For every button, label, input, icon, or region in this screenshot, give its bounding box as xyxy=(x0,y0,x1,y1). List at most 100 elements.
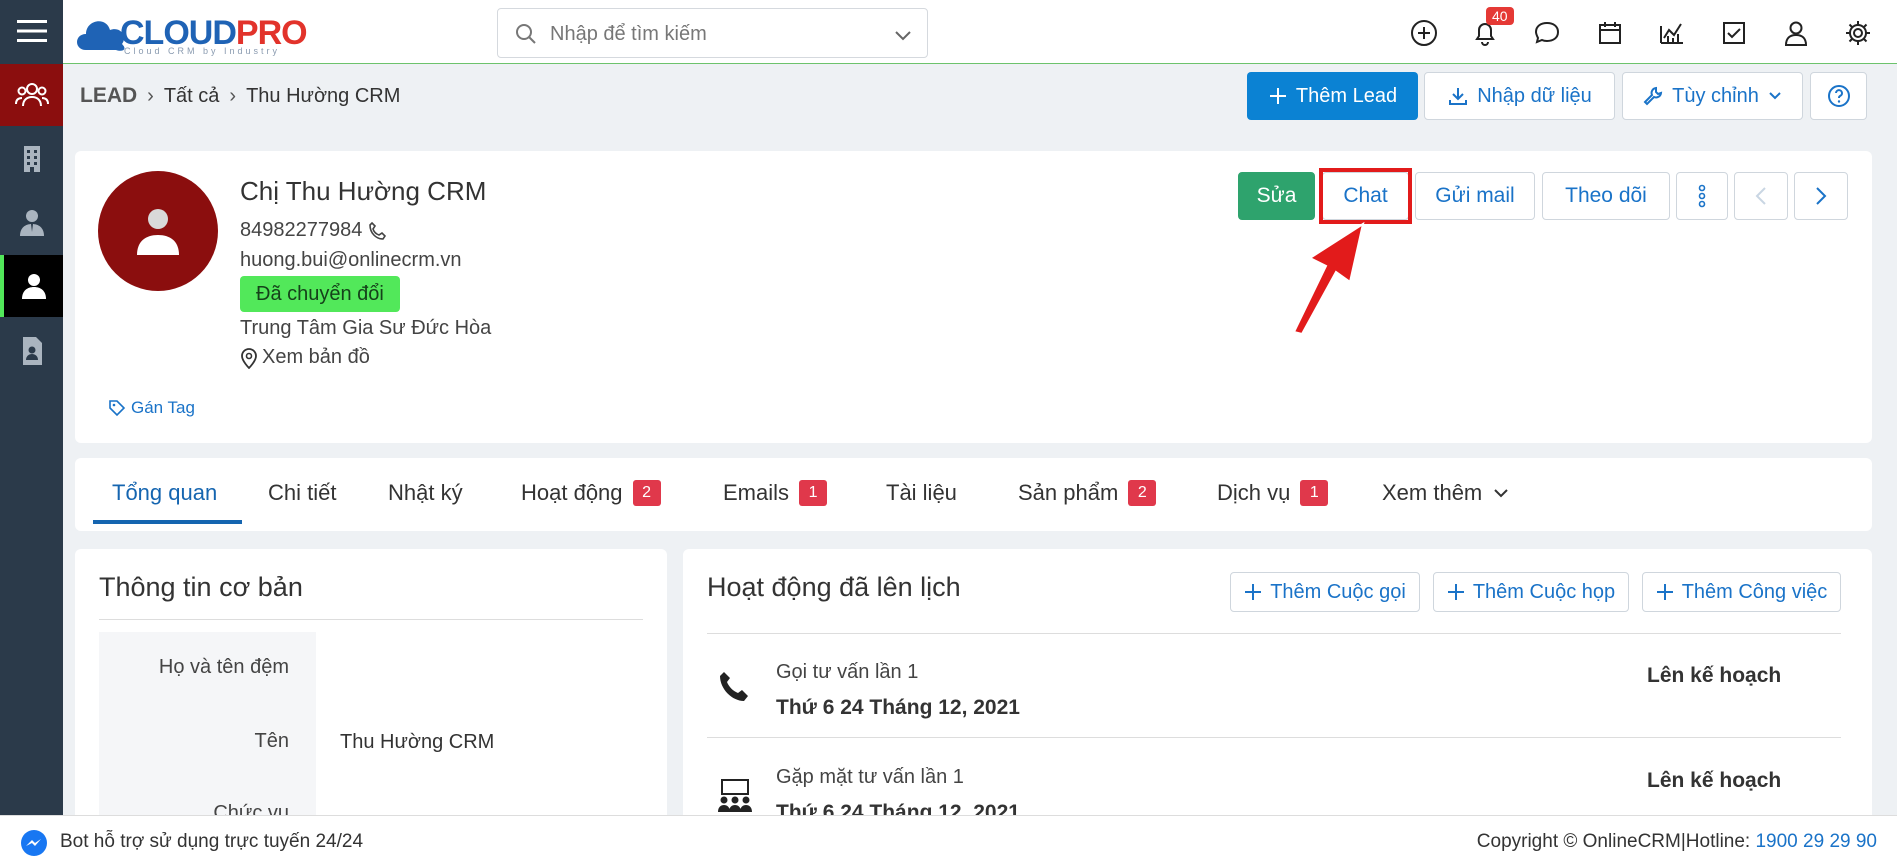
tag-icon xyxy=(109,400,126,417)
chat-highlight-box xyxy=(1319,168,1412,224)
chevron-down-icon xyxy=(1769,92,1781,100)
plus-icon xyxy=(1269,88,1286,104)
sidebar-item-organizations[interactable] xyxy=(0,128,63,190)
tab-count-badge: 2 xyxy=(1128,480,1157,506)
chevron-right-icon xyxy=(1816,187,1827,205)
tab-emails[interactable]: Emails 1 xyxy=(723,480,828,506)
customize-button[interactable]: Tùy chỉnh xyxy=(1622,72,1803,120)
vertical-dots-icon xyxy=(1698,184,1706,208)
search-icon xyxy=(516,24,536,44)
chevron-down-icon xyxy=(1494,489,1508,498)
map-pin-icon xyxy=(241,347,257,369)
divider xyxy=(707,633,1841,634)
sidebar-item-lead[interactable] xyxy=(0,255,63,317)
previous-record-button[interactable] xyxy=(1734,172,1788,220)
lead-email[interactable]: huong.bui@onlinecrm.vn xyxy=(240,249,462,272)
search-input[interactable]: Nhập để tìm kiếm xyxy=(497,8,928,58)
task-check-icon[interactable] xyxy=(1719,18,1749,48)
person-placeholder-icon xyxy=(137,209,179,255)
sidebar-item-leads-group[interactable] xyxy=(0,64,63,126)
divider xyxy=(99,619,643,620)
tab-log[interactable]: Nhật ký xyxy=(388,480,463,506)
active-tab-underline xyxy=(93,520,242,524)
messenger-icon[interactable] xyxy=(20,829,48,857)
next-record-button[interactable] xyxy=(1794,172,1848,220)
red-arrow-annotation xyxy=(1292,221,1365,336)
tab-services[interactable]: Dịch vụ 1 xyxy=(1217,480,1329,506)
follow-button[interactable]: Theo dõi xyxy=(1542,172,1670,220)
breadcrumb: LEAD › Tất cả › Thu Hường CRM xyxy=(80,84,400,108)
chevron-right-icon: › xyxy=(229,85,237,107)
tab-overview[interactable]: Tổng quan xyxy=(112,480,217,506)
activity-status: Lên kế hoạch xyxy=(1647,664,1782,687)
avatar xyxy=(98,171,218,291)
plus-icon xyxy=(1447,584,1464,600)
plus-icon xyxy=(1656,584,1673,600)
field-label: Họ và tên đệm xyxy=(158,656,289,678)
sidebar-item-contacts[interactable] xyxy=(0,192,63,254)
users-group-icon xyxy=(14,83,49,107)
plus-icon xyxy=(1245,584,1262,600)
chevron-right-icon: › xyxy=(147,85,154,107)
lead-name: Chị Thu Hường CRM xyxy=(240,176,487,206)
tab-count-badge: 1 xyxy=(799,480,828,506)
person-icon xyxy=(21,274,46,299)
divider xyxy=(707,737,1841,738)
add-lead-button[interactable]: Thêm Lead xyxy=(1247,72,1418,120)
cloudpro-logo[interactable]: CLOUDPRO Cloud CRM by Industry xyxy=(72,4,312,60)
import-data-button[interactable]: Nhập dữ liệu xyxy=(1424,72,1615,120)
chevron-down-icon[interactable] xyxy=(893,25,913,45)
help-button[interactable] xyxy=(1810,72,1867,120)
field-value[interactable]: Thu Hường CRM xyxy=(340,731,494,754)
status-badge: Đã chuyển đổi xyxy=(240,276,400,312)
search-placeholder: Nhập để tìm kiếm xyxy=(550,23,707,45)
building-icon xyxy=(23,146,40,172)
scheduled-activities-title: Hoạt động đã lên lịch xyxy=(707,572,961,602)
more-options-button[interactable] xyxy=(1676,172,1728,220)
lead-company: Trung Tâm Gia Sư Đức Hòa xyxy=(240,317,492,339)
tab-count-badge: 1 xyxy=(1300,480,1329,506)
add-task-button[interactable]: Thêm Công việc xyxy=(1642,572,1841,612)
phone-call-icon xyxy=(720,672,748,701)
view-map-link[interactable]: Xem bản đồ xyxy=(240,346,370,369)
footer: Bot hỗ trợ sử dụng trực tuyến 24/24 Copy… xyxy=(0,815,1897,868)
menu-icon[interactable] xyxy=(0,0,63,62)
phone-icon[interactable] xyxy=(368,221,388,241)
calendar-icon[interactable] xyxy=(1595,18,1625,48)
activity-status: Lên kế hoạch xyxy=(1647,769,1782,792)
hotline-link[interactable]: 1900 29 29 90 xyxy=(1755,831,1877,852)
tab-products[interactable]: Sản phẩm 2 xyxy=(1018,480,1157,506)
tab-activities[interactable]: Hoạt động 2 xyxy=(521,480,661,506)
add-tag-link[interactable]: Gán Tag xyxy=(108,398,195,418)
sidebar xyxy=(0,0,63,815)
sidebar-item-documents[interactable] xyxy=(0,320,63,382)
lead-phone[interactable]: 84982277984 xyxy=(240,219,362,242)
breadcrumb-root[interactable]: LEAD xyxy=(80,84,137,107)
tab-count-badge: 2 xyxy=(632,480,661,506)
bot-support-text[interactable]: Bot hỗ trợ sử dụng trực tuyến 24/24 xyxy=(60,831,363,853)
notification-count-badge: 40 xyxy=(1486,7,1514,25)
breadcrumb-current: Thu Hường CRM xyxy=(246,85,401,107)
send-mail-button[interactable]: Gửi mail xyxy=(1415,172,1535,220)
meeting-icon xyxy=(718,779,752,812)
tab-documents[interactable]: Tài liệu xyxy=(886,480,957,506)
question-circle-icon xyxy=(1827,85,1850,107)
download-icon xyxy=(1449,88,1468,105)
chat-bubble-icon[interactable] xyxy=(1532,18,1562,48)
report-chart-icon[interactable] xyxy=(1657,18,1687,48)
add-circle-icon[interactable] xyxy=(1409,18,1439,48)
activity-title: Gặp mặt tư vấn lần 1 xyxy=(776,766,964,788)
logo-tagline: Cloud CRM by Industry xyxy=(124,46,281,56)
add-call-button[interactable]: Thêm Cuộc gọi xyxy=(1230,572,1420,612)
edit-button[interactable]: Sửa xyxy=(1238,172,1315,220)
user-profile-icon[interactable] xyxy=(1781,18,1811,48)
basic-info-title: Thông tin cơ bản xyxy=(99,572,303,602)
lead-phone-row: 84982277984 xyxy=(240,219,388,242)
gear-icon[interactable] xyxy=(1843,18,1873,48)
add-meeting-button[interactable]: Thêm Cuộc họp xyxy=(1433,572,1629,612)
tab-details[interactable]: Chi tiết xyxy=(268,480,336,506)
tab-more[interactable]: Xem thêm xyxy=(1382,480,1510,506)
wrench-icon xyxy=(1643,86,1663,106)
activity-date: Thứ 6 24 Tháng 12, 2021 xyxy=(776,696,1020,719)
breadcrumb-all[interactable]: Tất cả xyxy=(164,85,220,107)
